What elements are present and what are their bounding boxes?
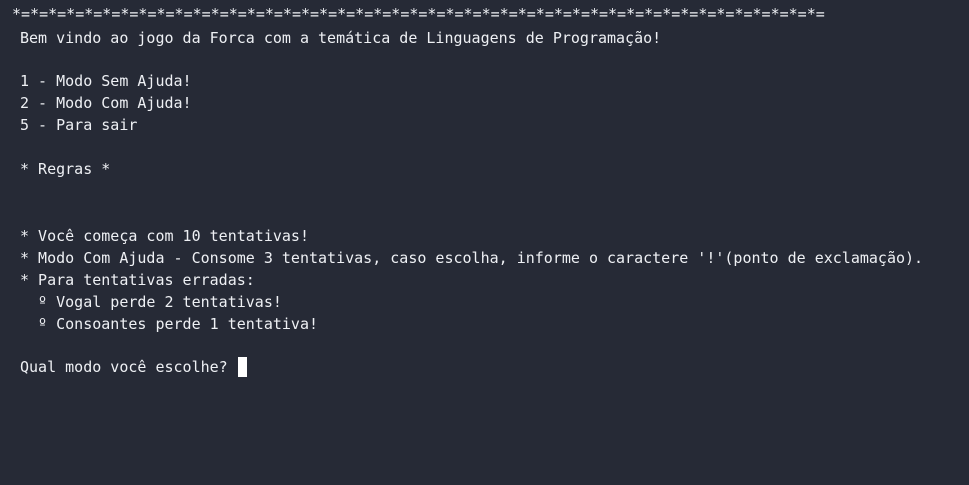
welcome-message: Bem vindo ao jogo da Forca com a temátic…	[20, 29, 662, 47]
text-cursor[interactable]	[237, 357, 247, 377]
input-prompt-line[interactable]: Qual modo você escolhe?	[20, 356, 247, 378]
rule-vowel-penalty: º Vogal perde 2 tentativas!	[20, 293, 282, 311]
menu-option-2: 2 - Modo Com Ajuda!	[20, 94, 192, 112]
terminal-window[interactable]: *=*=*=*=*=*=*=*=*=*=*=*=*=*=*=*=*=*=*=*=…	[0, 0, 969, 485]
rule-consonant-penalty: º Consoantes perde 1 tentativa!	[20, 315, 319, 333]
menu-option-5: 5 - Para sair	[20, 116, 138, 134]
rule-help-mode: * Modo Com Ajuda - Consome 3 tentativas,…	[20, 249, 924, 267]
rule-attempts: * Você começa com 10 tentativas!	[20, 227, 309, 245]
rules-header: * Regras *	[20, 160, 111, 178]
rule-wrong-attempts: * Para tentativas erradas:	[20, 271, 255, 289]
prompt-text: Qual modo você escolhe?	[20, 358, 237, 376]
menu-option-1: 1 - Modo Sem Ajuda!	[20, 72, 192, 90]
banner-line: *=*=*=*=*=*=*=*=*=*=*=*=*=*=*=*=*=*=*=*=…	[12, 5, 825, 23]
